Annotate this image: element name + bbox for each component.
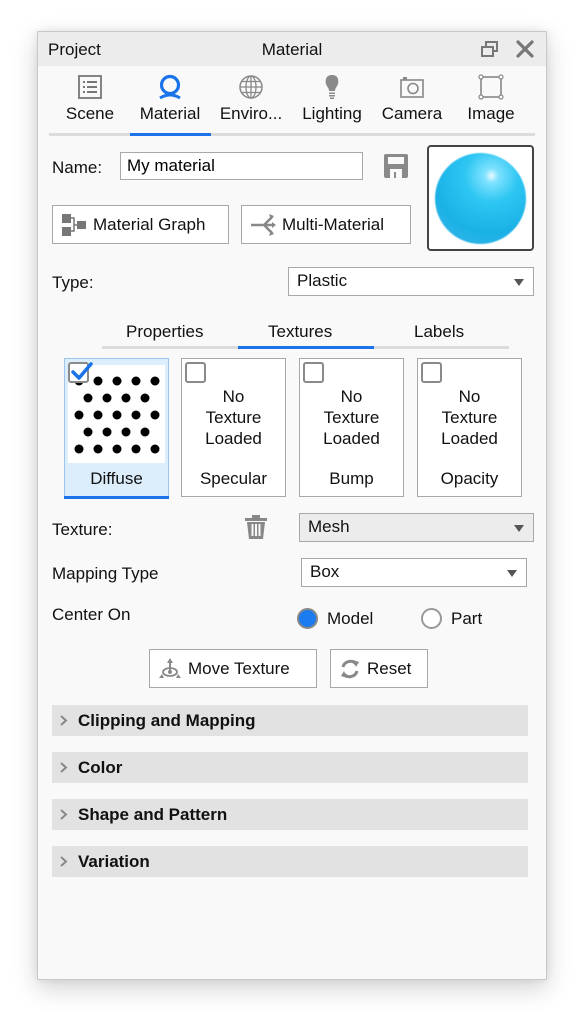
move-gizmo-icon: [159, 657, 181, 678]
texture-card-specular[interactable]: No Texture Loaded Specular: [181, 358, 286, 497]
tab-label: Image: [467, 104, 515, 123]
toolbar-divider: [49, 133, 535, 136]
texture-dropdown[interactable]: Mesh: [299, 513, 534, 542]
texture-enable-checkbox[interactable]: [68, 362, 93, 383]
tab-scene[interactable]: Scene: [63, 74, 117, 124]
material-name-input[interactable]: [120, 152, 363, 180]
material-graph-label: Material Graph: [93, 214, 206, 234]
refresh-icon: [341, 659, 359, 678]
panel-title: Material: [261, 40, 323, 59]
split-arrows-icon: [251, 213, 276, 236]
tab-label: Material: [139, 104, 201, 123]
no-texture-text: No Texture Loaded: [323, 387, 380, 448]
type-value: Plastic: [297, 271, 348, 290]
mapping-type-dropdown[interactable]: Box: [301, 558, 527, 587]
image-frame-icon: [478, 74, 504, 100]
subtab-textures[interactable]: Textures: [268, 322, 332, 342]
radio-part[interactable]: [421, 608, 442, 629]
reset-button[interactable]: Reset: [330, 649, 428, 688]
material-sphere-preview: [435, 153, 526, 244]
section-variation[interactable]: Variation: [52, 846, 528, 877]
title-bar: Project Material: [38, 32, 546, 66]
graph-nodes-icon: [62, 213, 86, 236]
texture-label: Texture:: [52, 520, 113, 539]
active-tab-indicator: [130, 133, 211, 136]
reset-label: Reset: [367, 658, 412, 678]
camera-icon: [400, 77, 424, 98]
material-graph-button[interactable]: Material Graph: [52, 205, 229, 244]
texture-value: Mesh: [308, 517, 350, 536]
no-texture-text: No Texture Loaded: [205, 387, 262, 448]
chevron-right-icon: [60, 856, 68, 867]
center-on-label: Center On: [52, 605, 131, 624]
restore-window-icon[interactable]: [480, 39, 500, 59]
texture-enable-checkbox[interactable]: [303, 362, 324, 383]
radio-model-label[interactable]: Model: [327, 609, 373, 629]
tab-label: Camera: [381, 104, 443, 123]
material-icon: [159, 74, 181, 100]
radio-part-label[interactable]: Part: [451, 609, 482, 629]
move-texture-label: Move Texture: [188, 658, 290, 678]
texture-name: Diffuse: [90, 469, 143, 488]
texture-card-bump[interactable]: No Texture Loaded Bump: [299, 358, 404, 497]
texture-name: Specular: [199, 469, 268, 488]
mapping-type-value: Box: [310, 562, 340, 581]
material-preview[interactable]: [427, 145, 534, 251]
name-label: Name:: [52, 158, 103, 177]
texture-name: Bump: [329, 469, 374, 488]
material-panel-window: Project Material Scene Material Enviro..…: [37, 31, 547, 980]
mapping-type-label: Mapping Type: [52, 564, 159, 583]
subtab-labels[interactable]: Labels: [414, 322, 464, 342]
list-icon: [78, 75, 102, 99]
tab-material[interactable]: Material: [133, 74, 207, 124]
no-texture-text: No Texture Loaded: [441, 387, 498, 448]
radio-model[interactable]: [297, 608, 318, 629]
texture-enable-checkbox[interactable]: [185, 362, 206, 383]
save-icon[interactable]: [382, 152, 410, 180]
section-title: Clipping and Mapping: [78, 711, 256, 730]
section-color[interactable]: Color: [52, 752, 528, 783]
tab-label: Scene: [65, 104, 115, 123]
chevron-right-icon: [60, 715, 68, 726]
texture-enable-checkbox[interactable]: [421, 362, 442, 383]
section-title: Shape and Pattern: [78, 805, 228, 824]
lightbulb-icon: [325, 75, 339, 99]
tab-image[interactable]: Image: [463, 74, 519, 124]
chevron-right-icon: [60, 762, 68, 773]
active-subtab-indicator: [238, 346, 374, 349]
subtab-properties[interactable]: Properties: [126, 322, 203, 342]
tab-lighting[interactable]: Lighting: [296, 74, 368, 124]
close-icon[interactable]: [515, 39, 535, 59]
texture-card-opacity[interactable]: No Texture Loaded Opacity: [417, 358, 522, 497]
section-title: Color: [78, 758, 123, 777]
section-shape-and-pattern[interactable]: Shape and Pattern: [52, 799, 528, 830]
tab-camera[interactable]: Camera: [378, 74, 446, 124]
section-clipping-and-mapping[interactable]: Clipping and Mapping: [52, 705, 528, 736]
tab-environment[interactable]: Enviro...: [216, 74, 286, 124]
project-tab-title[interactable]: Project: [48, 40, 101, 60]
tab-label: Lighting: [302, 104, 362, 123]
multi-material-button[interactable]: Multi-Material: [241, 205, 411, 244]
type-label: Type:: [52, 273, 94, 292]
main-toolbar: Scene Material Enviro... Lighting Camera…: [38, 74, 546, 134]
chevron-down-icon: [514, 525, 524, 532]
move-texture-button[interactable]: Move Texture: [149, 649, 317, 688]
chevron-right-icon: [60, 809, 68, 820]
multi-material-label: Multi-Material: [282, 214, 385, 234]
checkmark-icon: [71, 362, 93, 380]
type-dropdown[interactable]: Plastic: [288, 267, 534, 296]
section-title: Variation: [78, 852, 150, 871]
texture-name: Opacity: [440, 469, 499, 488]
chevron-down-icon: [514, 279, 524, 286]
tab-label: Enviro...: [219, 104, 283, 123]
texture-card-diffuse[interactable]: Diffuse: [64, 358, 169, 499]
trash-icon[interactable]: [244, 514, 268, 540]
globe-icon: [239, 75, 263, 99]
chevron-down-icon: [507, 570, 517, 577]
